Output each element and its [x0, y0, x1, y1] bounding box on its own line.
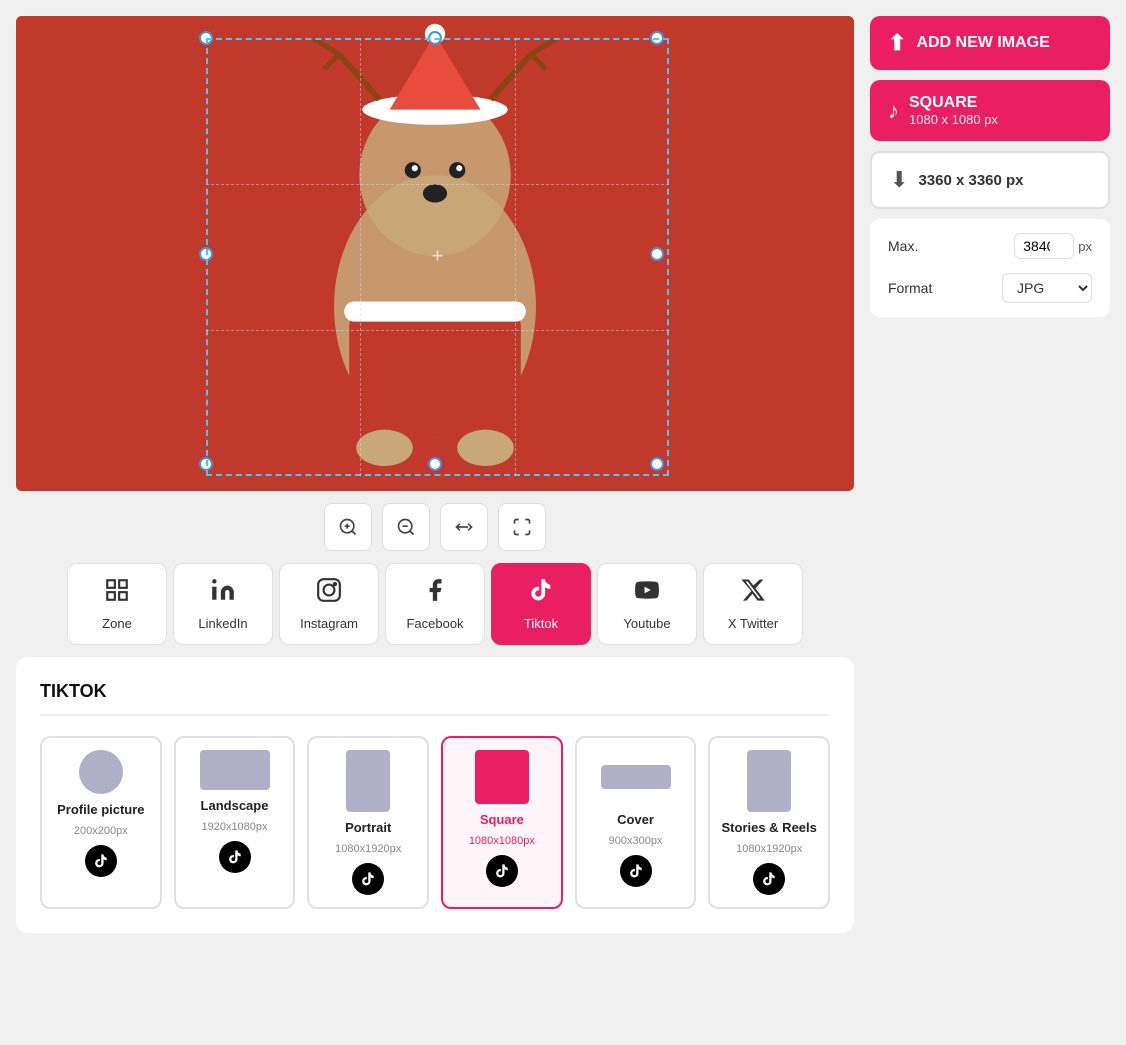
format-grid: Profile picture 200x200px Landscape 1920… [40, 736, 830, 909]
tab-instagram-label: Instagram [300, 616, 358, 631]
size-card-title: SQUARE [909, 94, 998, 112]
size-card-subtitle: 1080 x 1080 px [909, 112, 998, 127]
tab-facebook-label: Facebook [406, 616, 463, 631]
format-select-group: JPG PNG WEBP [1002, 273, 1092, 303]
download-card-icon: ⬇ [890, 167, 908, 193]
large-size-label: 3360 x 3360 px [918, 172, 1023, 189]
landscape-name: Landscape [201, 798, 269, 813]
portrait-name: Portrait [345, 820, 391, 835]
max-setting-row: Max. px [888, 233, 1092, 259]
tab-tiktok-label: Tiktok [524, 616, 558, 631]
portrait-logo [352, 863, 384, 895]
tab-zone-label: Zone [102, 616, 132, 631]
toolbar [16, 503, 854, 551]
format-card-cover[interactable]: Cover 900x300px [575, 736, 697, 909]
zoom-out-icon [396, 517, 416, 537]
tiktok-section: TIKTOK Profile picture 200x200px Landsca… [16, 657, 854, 933]
cover-logo [620, 855, 652, 887]
flip-button[interactable] [440, 503, 488, 551]
tab-linkedin[interactable]: LinkedIn [173, 563, 273, 645]
format-card-portrait[interactable]: Portrait 1080x1920px [307, 736, 429, 909]
cover-thumb [601, 765, 671, 789]
fullscreen-button[interactable] [498, 503, 546, 551]
upload-icon: ⬆ [888, 30, 906, 56]
stories-logo [753, 863, 785, 895]
profile-logo [85, 845, 117, 877]
dog-image [16, 16, 854, 491]
tab-xtwitter[interactable]: X Twitter [703, 563, 803, 645]
cover-size: 900x300px [609, 835, 663, 847]
instagram-icon [316, 577, 342, 610]
image-canvas: + [16, 16, 854, 491]
landscape-logo [219, 841, 251, 873]
tiktok-card-icon: ♪ [888, 98, 899, 124]
linkedin-icon [210, 577, 236, 610]
tiktok-section-title: TIKTOK [40, 681, 830, 716]
format-select[interactable]: JPG PNG WEBP [1002, 273, 1092, 303]
max-label: Max. [888, 238, 918, 254]
max-unit: px [1078, 239, 1092, 254]
tab-linkedin-label: LinkedIn [198, 616, 247, 631]
landscape-thumb [200, 750, 270, 790]
cover-name: Cover [617, 812, 654, 827]
tab-zone[interactable]: Zone [67, 563, 167, 645]
tab-xtwitter-label: X Twitter [728, 616, 778, 631]
social-tabs: Zone LinkedIn Instagram [16, 563, 854, 645]
facebook-icon [422, 577, 448, 610]
square-size: 1080x1080px [469, 835, 535, 847]
flip-icon [454, 517, 474, 537]
stories-thumb [747, 750, 791, 812]
expand-icon [512, 517, 532, 537]
profile-thumb [79, 750, 123, 794]
large-size-card[interactable]: ⬇ 3360 x 3360 px [870, 151, 1110, 209]
format-label: Format [888, 280, 932, 296]
max-input-group: px [1014, 233, 1092, 259]
portrait-thumb [346, 750, 390, 812]
tab-youtube[interactable]: Youtube [597, 563, 697, 645]
format-setting-row: Format JPG PNG WEBP [888, 273, 1092, 303]
zoom-out-button[interactable] [382, 503, 430, 551]
settings-panel: Max. px Format JPG PNG WEBP [870, 219, 1110, 317]
stories-size: 1080x1920px [736, 843, 802, 855]
square-name: Square [480, 812, 524, 827]
zone-icon [104, 577, 130, 610]
landscape-size: 1920x1080px [201, 821, 267, 833]
youtube-icon [634, 577, 660, 610]
tiktok-icon [528, 577, 554, 610]
size-card-info: SQUARE 1080 x 1080 px [909, 94, 998, 127]
profile-name: Profile picture [57, 802, 144, 817]
max-value-input[interactable] [1014, 233, 1074, 259]
tab-facebook[interactable]: Facebook [385, 563, 485, 645]
portrait-size: 1080x1920px [335, 843, 401, 855]
format-card-profile[interactable]: Profile picture 200x200px [40, 736, 162, 909]
tab-youtube-label: Youtube [623, 616, 670, 631]
format-card-stories[interactable]: Stories & Reels 1080x1920px [708, 736, 830, 909]
square-size-card[interactable]: ♪ SQUARE 1080 x 1080 px [870, 80, 1110, 141]
square-logo [486, 855, 518, 887]
tab-instagram[interactable]: Instagram [279, 563, 379, 645]
profile-size: 200x200px [74, 825, 128, 837]
zoom-in-icon [338, 517, 358, 537]
stories-name: Stories & Reels [722, 820, 817, 835]
format-card-landscape[interactable]: Landscape 1920x1080px [174, 736, 296, 909]
add-new-image-button[interactable]: ⬆ ADD NEW IMAGE [870, 16, 1110, 70]
tab-tiktok[interactable]: Tiktok [491, 563, 591, 645]
xtwitter-icon [740, 577, 766, 610]
format-card-square[interactable]: Square 1080x1080px [441, 736, 563, 909]
square-thumb [475, 750, 529, 804]
zoom-in-button[interactable] [324, 503, 372, 551]
add-btn-label: ADD NEW IMAGE [916, 34, 1049, 52]
